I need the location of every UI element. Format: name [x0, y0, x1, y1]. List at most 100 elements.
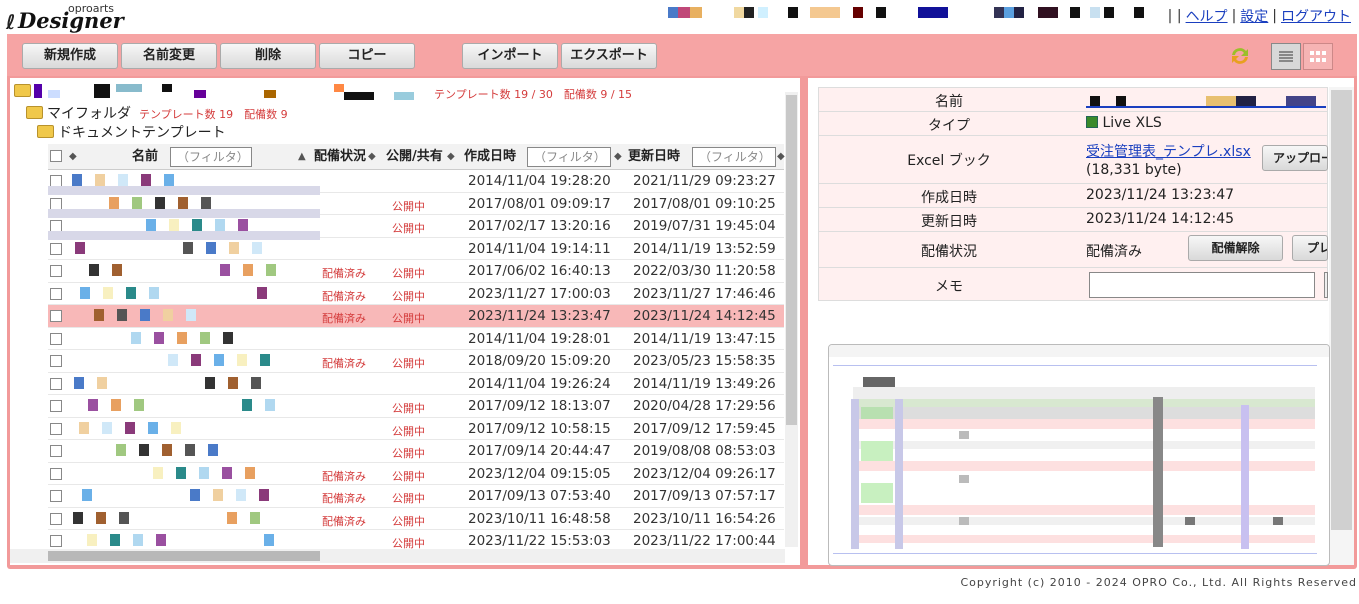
table-row[interactable]: 配備済み 公開中 2023/10/11 16:48:58 2023/10/11 16:…: [48, 508, 784, 530]
help-link[interactable]: ヘルプ: [1186, 6, 1228, 26]
table-row[interactable]: 公開中 2017/09/14 20:44:47 2019/08/08 08:53:0…: [48, 440, 784, 463]
name-redacted: [245, 466, 255, 479]
name-redacted: [168, 354, 178, 366]
row-checkbox[interactable]: [50, 422, 62, 435]
horizontal-scroll-thumb[interactable]: [48, 551, 320, 561]
name-redacted: [89, 264, 99, 276]
table-row[interactable]: 配備済み 公開中 2018/09/20 15:09:20 2023/05/23 15:…: [48, 350, 784, 373]
table-row[interactable]: 公開中 2017/09/12 18:13:07 2020/04/28 17:29:5…: [48, 395, 784, 418]
rename-button[interactable]: 名前変更: [121, 43, 217, 69]
row-checkbox[interactable]: [50, 400, 62, 412]
created-date: 2023/11/22 15:53:03: [468, 533, 611, 549]
name-redacted: [95, 174, 105, 186]
updated-date: 2020/04/28 17:29:56: [633, 398, 776, 414]
updated-date: 2017/09/13 07:57:17: [633, 488, 776, 504]
sort-icon[interactable]: ◆: [614, 144, 622, 170]
name-filter-input[interactable]: （フィルタ）: [170, 147, 252, 167]
table-row[interactable]: 公開中 2017/09/12 10:58:15 2017/09/12 17:59:4…: [48, 418, 784, 440]
row-checkbox[interactable]: [50, 467, 62, 480]
row-checkbox[interactable]: [50, 265, 62, 277]
copy-button[interactable]: コピー: [319, 43, 415, 69]
refresh-icon[interactable]: [1228, 44, 1252, 68]
created-filter-input[interactable]: （フィルタ）: [527, 147, 611, 167]
delete-button[interactable]: 削除: [220, 43, 316, 69]
select-all-checkbox[interactable]: [50, 150, 62, 162]
table-row[interactable]: 2014/11/04 19:26:24 2014/11/19 13:49:26: [48, 373, 784, 395]
public-status: 公開中: [392, 514, 425, 528]
excel-key: Excel ブック: [907, 153, 991, 169]
table-row[interactable]: 配備済み 公開中 2023/11/27 17:00:03 2023/11/27 17:…: [48, 283, 784, 305]
memo-button-edge[interactable]: [1324, 272, 1328, 298]
updated-date: 2017/08/01 09:10:25: [633, 195, 776, 212]
name-redacted: [223, 331, 233, 344]
row-checkbox[interactable]: [50, 355, 62, 367]
col-updated[interactable]: 更新日時: [628, 144, 680, 170]
tree-doc-templates[interactable]: ドキュメントテンプレート: [37, 122, 226, 141]
logout-link[interactable]: ログアウト: [1281, 6, 1351, 26]
folder-open-icon: [26, 106, 43, 119]
row-checkbox[interactable]: [50, 287, 62, 300]
public-status: 公開中: [392, 312, 425, 325]
name-redacted: [133, 534, 143, 546]
nav-divider: |: [1272, 8, 1277, 24]
new-button[interactable]: 新規作成: [22, 43, 118, 69]
detail-scroll-thumb[interactable]: [1331, 90, 1352, 530]
name-redacted: [72, 174, 82, 186]
created-date: 2014/11/04 19:26:24: [468, 375, 611, 392]
import-button[interactable]: インポート: [462, 43, 558, 69]
table-row[interactable]: 2014/11/04 19:28:01 2014/11/19 13:47:15: [48, 328, 784, 350]
row-checkbox[interactable]: [50, 242, 62, 255]
row-checkbox[interactable]: [50, 535, 62, 547]
excel-file-icon: [1086, 116, 1098, 128]
sort-icon[interactable]: ◆: [447, 144, 455, 170]
name-redacted: [154, 331, 164, 344]
grid-view-icon[interactable]: [1303, 43, 1333, 70]
row-checkbox[interactable]: [50, 512, 62, 525]
col-public[interactable]: 公開/共有: [386, 144, 443, 170]
sort-icon[interactable]: ◆: [777, 144, 785, 170]
row-checkbox[interactable]: [50, 332, 62, 345]
created-date: 2017/06/02 16:40:13: [468, 263, 611, 279]
public-status: 公開中: [392, 289, 425, 303]
updated-date: 2023/12/04 09:26:17: [633, 465, 776, 482]
col-name[interactable]: 名前: [132, 144, 158, 170]
sort-icon[interactable]: ◆: [368, 144, 376, 170]
col-deploy[interactable]: 配備状況: [314, 144, 366, 170]
name-redacted: [82, 489, 92, 501]
row-checkbox[interactable]: [50, 377, 62, 390]
name-redacted: [48, 186, 320, 195]
col-created[interactable]: 作成日時: [464, 144, 516, 170]
name-redacted: [79, 421, 89, 434]
vertical-scroll-thumb[interactable]: [786, 95, 797, 425]
table-row[interactable]: 配備済み 公開中 2017/09/13 07:53:40 2017/09/13 07:…: [48, 485, 784, 508]
memo-input[interactable]: [1089, 272, 1315, 298]
table-row[interactable]: 配備済み 公開中 2023/11/24 13:23:47 2023/11/24 14:…: [48, 305, 784, 328]
row-checkbox[interactable]: [50, 490, 62, 502]
sort-asc-icon[interactable]: ▲: [298, 144, 306, 170]
upload-button[interactable]: アップロード: [1262, 145, 1328, 171]
created-date: 2014/11/04 19:28:01: [468, 330, 611, 347]
undeploy-button[interactable]: 配備解除: [1188, 235, 1283, 261]
row-checkbox[interactable]: [50, 197, 62, 210]
excel-file-link[interactable]: 受注管理表_テンプレ.xlsx: [1086, 141, 1251, 161]
name-redacted: [119, 511, 129, 524]
tree-root[interactable]: テンプレート数 19 / 30 配備数 9 / 15: [14, 84, 794, 102]
table-row[interactable]: 配備済み 公開中 2023/12/04 09:15:05 2023/12/04 09:…: [48, 463, 784, 485]
table-row[interactable]: 配備済み 公開中 2017/06/02 16:40:13 2022/03/30 11:…: [48, 260, 784, 283]
list-view-icon[interactable]: [1271, 43, 1301, 70]
name-redacted: [176, 466, 186, 479]
row-checkbox[interactable]: [50, 310, 62, 322]
updated-filter-input[interactable]: （フィルタ）: [692, 147, 776, 167]
tree-myfolder[interactable]: マイフォルダ テンプレート数 19 配備数 9: [26, 103, 288, 122]
table-row[interactable]: 2014/11/04 19:14:11 2014/11/19 13:52:59: [48, 238, 784, 260]
export-button[interactable]: エクスポート: [561, 43, 657, 69]
deploy-status: 配備済み: [322, 492, 366, 505]
sort-icon[interactable]: ◆: [69, 144, 77, 170]
detail-row-excel: Excel ブック 受注管理表_テンプレ.xlsx (18,331 byte): [818, 136, 1328, 184]
updated-date: 2014/11/19 13:52:59: [633, 240, 776, 257]
settings-link[interactable]: 設定: [1240, 6, 1268, 26]
copyright-footer: Copyright (c) 2010 - 2024 OPRO Co., Ltd.…: [960, 576, 1357, 589]
preview-button[interactable]: プレ: [1292, 235, 1328, 261]
row-checkbox[interactable]: [50, 445, 62, 457]
preview-thumbnail: [829, 345, 1329, 554]
